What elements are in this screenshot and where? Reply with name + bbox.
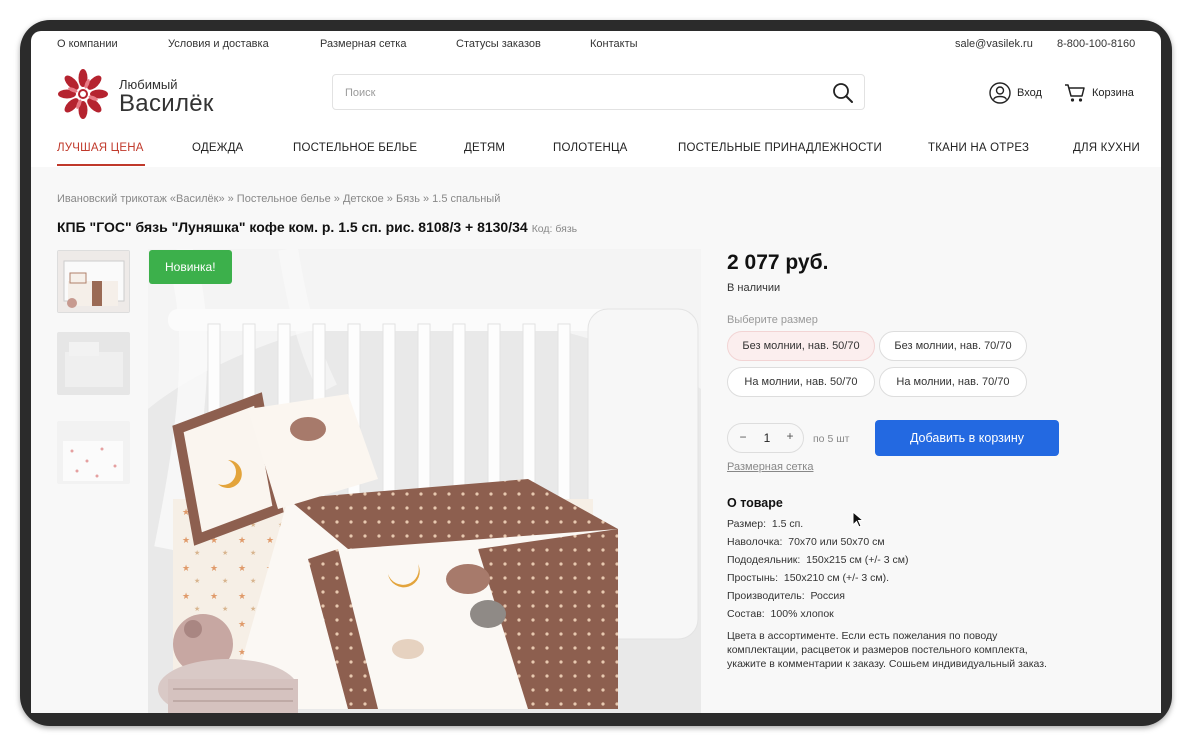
search-input[interactable] bbox=[345, 84, 805, 102]
product-price: 2 077 руб. bbox=[727, 251, 829, 274]
spec-label: Производитель: bbox=[727, 590, 805, 602]
spec-value: 100% хлопок bbox=[770, 608, 834, 620]
product-title: КПБ "ГОС" бязь "Луняшка" кофе ком. р. 1.… bbox=[57, 219, 528, 235]
search-icon[interactable] bbox=[832, 82, 854, 104]
nav-item-bed-accessories[interactable]: ПОСТЕЛЬНЫЕ ПРИНАДЛЕЖНОСТИ bbox=[678, 142, 882, 154]
thumbnail-image bbox=[57, 332, 130, 395]
product-code: Код: бязь bbox=[531, 223, 578, 235]
size-label: Выберите размер bbox=[727, 314, 818, 326]
spec-value: 1.5 сп. bbox=[771, 518, 804, 530]
breadcrumb-item[interactable]: Ивановский трикотаж «Василёк» bbox=[57, 193, 225, 205]
nav-item-fabrics[interactable]: ТКАНИ НА ОТРЕЗ bbox=[928, 142, 1029, 154]
topbar-link-order-status[interactable]: Статусы заказов bbox=[456, 38, 541, 50]
cornflower-logo-icon[interactable] bbox=[56, 67, 110, 121]
breadcrumb-item[interactable]: Детское bbox=[343, 193, 384, 205]
cart-icon bbox=[1065, 84, 1085, 102]
about-heading: О товаре bbox=[727, 496, 783, 510]
breadcrumb-separator: » bbox=[330, 193, 343, 205]
breadcrumb-separator: » bbox=[419, 193, 433, 205]
thumbnail-1[interactable] bbox=[57, 250, 130, 313]
browser-viewport: О компании Условия и доставка Размерная … bbox=[31, 31, 1161, 713]
quantity-decrease-button[interactable]: − bbox=[737, 430, 749, 444]
spec-row: Состав: 100% хлопок bbox=[727, 608, 834, 620]
topbar-link-contacts[interactable]: Контакты bbox=[590, 38, 638, 50]
breadcrumb-item[interactable]: Бязь bbox=[396, 193, 420, 205]
product-main-image[interactable]: ★ ★ bbox=[148, 249, 701, 713]
size-option-no-zipper-70-70[interactable]: Без молнии, нав. 70/70 bbox=[879, 331, 1027, 361]
spec-row: Наволочка: 70х70 или 50х70 см bbox=[727, 536, 885, 548]
stock-status: В наличии bbox=[727, 282, 781, 294]
crib-bedding-photo: ★ ★ bbox=[148, 249, 701, 713]
site-header: Любимый Василёк Вход Корзина bbox=[31, 57, 1161, 127]
nav-item-best-price[interactable]: ЛУЧШАЯ ЦЕНА bbox=[57, 142, 144, 154]
size-option-no-zipper-50-70[interactable]: Без молнии, нав. 50/70 bbox=[727, 331, 875, 361]
spec-row: Размер: 1.5 сп. bbox=[727, 518, 803, 530]
login-button[interactable]: Вход bbox=[989, 81, 1042, 105]
spec-value: 70х70 или 50х70 см bbox=[788, 536, 885, 548]
spec-value: 150х210 см (+/- 3 см). bbox=[783, 572, 890, 584]
product-description: Цвета в ассортименте. Если есть пожелани… bbox=[727, 630, 1047, 670]
cart-label: Корзина bbox=[1092, 87, 1134, 99]
login-label: Вход bbox=[1017, 87, 1042, 99]
thumbnail-2[interactable] bbox=[57, 332, 130, 395]
size-chart-link[interactable]: Размерная сетка bbox=[727, 461, 813, 473]
quantity-stepper: − 1 + bbox=[727, 423, 804, 453]
thumbnail-3[interactable] bbox=[57, 421, 130, 484]
spec-row: Производитель: Россия bbox=[727, 590, 845, 602]
breadcrumb-separator: » bbox=[383, 193, 396, 205]
size-option-zipper-50-70[interactable]: На молнии, нав. 50/70 bbox=[727, 367, 875, 397]
breadcrumb-item[interactable]: Постельное белье bbox=[237, 193, 331, 205]
topbar-phone[interactable]: 8-800-100-8160 bbox=[1057, 38, 1135, 50]
user-icon bbox=[989, 82, 1011, 104]
spec-value: Россия bbox=[810, 590, 845, 602]
spec-row: Пододеяльник: 150х215 см (+/- 3 см) bbox=[727, 554, 908, 566]
thumbnail-image bbox=[57, 421, 130, 484]
new-badge: Новинка! bbox=[149, 250, 232, 284]
thumbnail-image bbox=[58, 251, 129, 312]
breadcrumb-item[interactable]: 1.5 спальный bbox=[432, 193, 500, 205]
top-bar: О компании Условия и доставка Размерная … bbox=[31, 31, 1161, 57]
size-option-zipper-70-70[interactable]: На молнии, нав. 70/70 bbox=[879, 367, 1027, 397]
breadcrumb-separator: » bbox=[224, 193, 237, 205]
topbar-link-about[interactable]: О компании bbox=[57, 38, 118, 50]
breadcrumb: Ивановский трикотаж «Василёк» » Постельн… bbox=[57, 193, 500, 205]
topbar-email[interactable]: sale@vasilek.ru bbox=[955, 38, 1033, 50]
nav-item-towels[interactable]: ПОЛОТЕНЦА bbox=[553, 142, 628, 154]
topbar-link-size-chart[interactable]: Размерная сетка bbox=[320, 38, 406, 50]
nav-item-kitchen[interactable]: ДЛЯ КУХНИ bbox=[1073, 142, 1140, 154]
spec-label: Пододеяльник: bbox=[727, 554, 801, 566]
cart-button[interactable]: Корзина bbox=[1064, 81, 1134, 105]
spec-label: Состав: bbox=[727, 608, 765, 620]
quantity-increase-button[interactable]: + bbox=[784, 429, 796, 443]
mouse-cursor-icon bbox=[852, 511, 864, 528]
topbar-link-delivery[interactable]: Условия и доставка bbox=[168, 38, 269, 50]
nav-active-indicator bbox=[57, 164, 145, 166]
spec-label: Наволочка: bbox=[727, 536, 783, 548]
spec-label: Простынь: bbox=[727, 572, 779, 584]
search-bar bbox=[332, 74, 865, 110]
spec-label: Размер: bbox=[727, 518, 767, 530]
nav-item-bedding[interactable]: ПОСТЕЛЬНОЕ БЕЛЬЕ bbox=[293, 142, 417, 154]
nav-item-kids[interactable]: ДЕТЯМ bbox=[464, 142, 505, 154]
page-title: КПБ "ГОС" бязь "Луняшка" кофе ком. р. 1.… bbox=[57, 219, 577, 235]
main-nav: ЛУЧШАЯ ЦЕНА ОДЕЖДА ПОСТЕЛЬНОЕ БЕЛЬЕ ДЕТЯ… bbox=[31, 127, 1161, 167]
add-to-cart-button[interactable]: Добавить в корзину bbox=[875, 420, 1059, 456]
quantity-unit: по 5 шт bbox=[813, 433, 850, 445]
spec-row: Простынь: 150х210 см (+/- 3 см). bbox=[727, 572, 889, 584]
spec-value: 150х215 см (+/- 3 см) bbox=[806, 554, 909, 566]
quantity-value[interactable]: 1 bbox=[761, 431, 773, 445]
logo-name[interactable]: Василёк bbox=[119, 90, 214, 118]
nav-item-clothing[interactable]: ОДЕЖДА bbox=[192, 142, 243, 154]
